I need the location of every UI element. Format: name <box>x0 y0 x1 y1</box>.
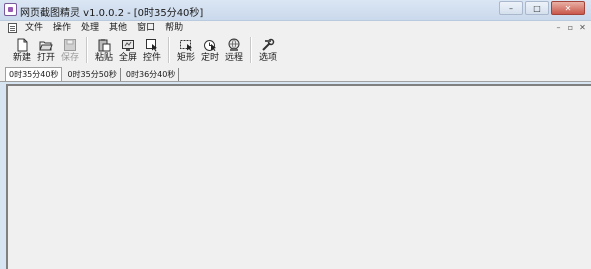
window-controls: – □ ✕ <box>499 1 585 15</box>
toolbar-separator <box>86 37 88 63</box>
toolbar-button-label: 保存 <box>60 53 79 63</box>
minimize-button[interactable]: – <box>499 1 523 15</box>
toolbar-button-label: 定时 <box>200 53 219 63</box>
menu-item-5[interactable]: 帮助 <box>160 21 188 35</box>
new-icon <box>15 38 29 52</box>
title-separator: - <box>127 8 131 19</box>
menu-items: 文件 操作 处理 其他 窗口 帮助 <box>20 21 188 35</box>
menu-item-4[interactable]: 窗口 <box>132 21 160 35</box>
fullscreen-icon <box>121 38 135 52</box>
menu-item-0[interactable]: 文件 <box>20 21 48 35</box>
toolbar-button-label: 远程 <box>224 53 243 63</box>
document-tab[interactable]: 0时35分40秒 <box>5 67 63 81</box>
timer-icon <box>203 38 217 52</box>
window-title: 网页截图精灵 v1.0.0.2- [0时35分40秒] <box>20 4 203 19</box>
rectangle-button[interactable]: 矩形 <box>174 35 198 65</box>
paste-icon <box>97 38 111 52</box>
new-button[interactable]: 新建 <box>10 35 34 65</box>
toolbar: 新建 打开 保存 粘贴 全屏 控件 矩形 定时 远程 选项 <box>0 35 591 66</box>
maximize-button[interactable]: □ <box>525 1 549 15</box>
open-icon <box>39 38 53 52</box>
toolbar-button-label: 控件 <box>142 53 161 63</box>
fullscreen-button[interactable]: 全屏 <box>116 35 140 65</box>
app-logo-icon[interactable] <box>4 3 17 16</box>
toolbar-separator <box>250 37 252 63</box>
remote-icon <box>227 38 241 52</box>
mdi-close-button[interactable]: ✕ <box>578 23 587 32</box>
toolbar-button-label: 打开 <box>36 53 55 63</box>
toolbar-button-label: 粘贴 <box>94 53 113 63</box>
mdi-restore-button[interactable]: ▫ <box>566 23 575 32</box>
app-window: 网页截图精灵 v1.0.0.2- [0时35分40秒] – □ ✕ 文件 操作 处理其… <box>0 0 591 269</box>
control-button[interactable]: 控件 <box>140 35 164 65</box>
paste-button[interactable]: 粘贴 <box>92 35 116 65</box>
toolbar-button-label: 选项 <box>258 53 277 63</box>
timer-button[interactable]: 定时 <box>198 35 222 65</box>
title-bar[interactable]: 网页截图精灵 v1.0.0.2- [0时35分40秒] – □ ✕ <box>0 0 591 21</box>
mdi-minimize-button[interactable]: – <box>554 23 563 32</box>
app-name: 网页截图精灵 v1.0.0.2 <box>20 8 125 19</box>
save-icon <box>63 38 77 52</box>
toolbar-button-label: 新建 <box>12 53 31 63</box>
menu-bar: 文件 操作 处理 其他 窗口 帮助 – ▫ ✕ <box>0 21 591 35</box>
mdi-controls: – ▫ ✕ <box>554 23 587 32</box>
document-tab[interactable]: 0时36分40秒 <box>123 68 180 81</box>
document-tabs: 0时35分40秒 0时35分50秒 0时36分40秒 <box>0 66 591 82</box>
options-button[interactable]: 选项 <box>256 35 280 65</box>
open-button[interactable]: 打开 <box>34 35 58 65</box>
close-button[interactable]: ✕ <box>551 1 585 15</box>
document-title: [0时35分40秒] <box>133 8 204 19</box>
toolbar-button-label: 全屏 <box>118 53 137 63</box>
menu-item-3[interactable]: 其他 <box>104 21 132 35</box>
menu-item-2[interactable]: 处理 <box>76 21 104 35</box>
menu-item-1[interactable]: 操作 <box>48 21 76 35</box>
options-icon <box>261 38 275 52</box>
toolbar-separator <box>168 37 170 63</box>
toolbar-button-label: 矩形 <box>176 53 195 63</box>
document-icon[interactable] <box>8 23 17 33</box>
document-tab[interactable]: 0时35分50秒 <box>64 68 121 81</box>
content-area[interactable] <box>6 84 591 269</box>
remote-button[interactable]: 远程 <box>222 35 246 65</box>
save-button: 保存 <box>58 35 82 65</box>
rectangle-icon <box>179 38 193 52</box>
control-icon <box>145 38 159 52</box>
